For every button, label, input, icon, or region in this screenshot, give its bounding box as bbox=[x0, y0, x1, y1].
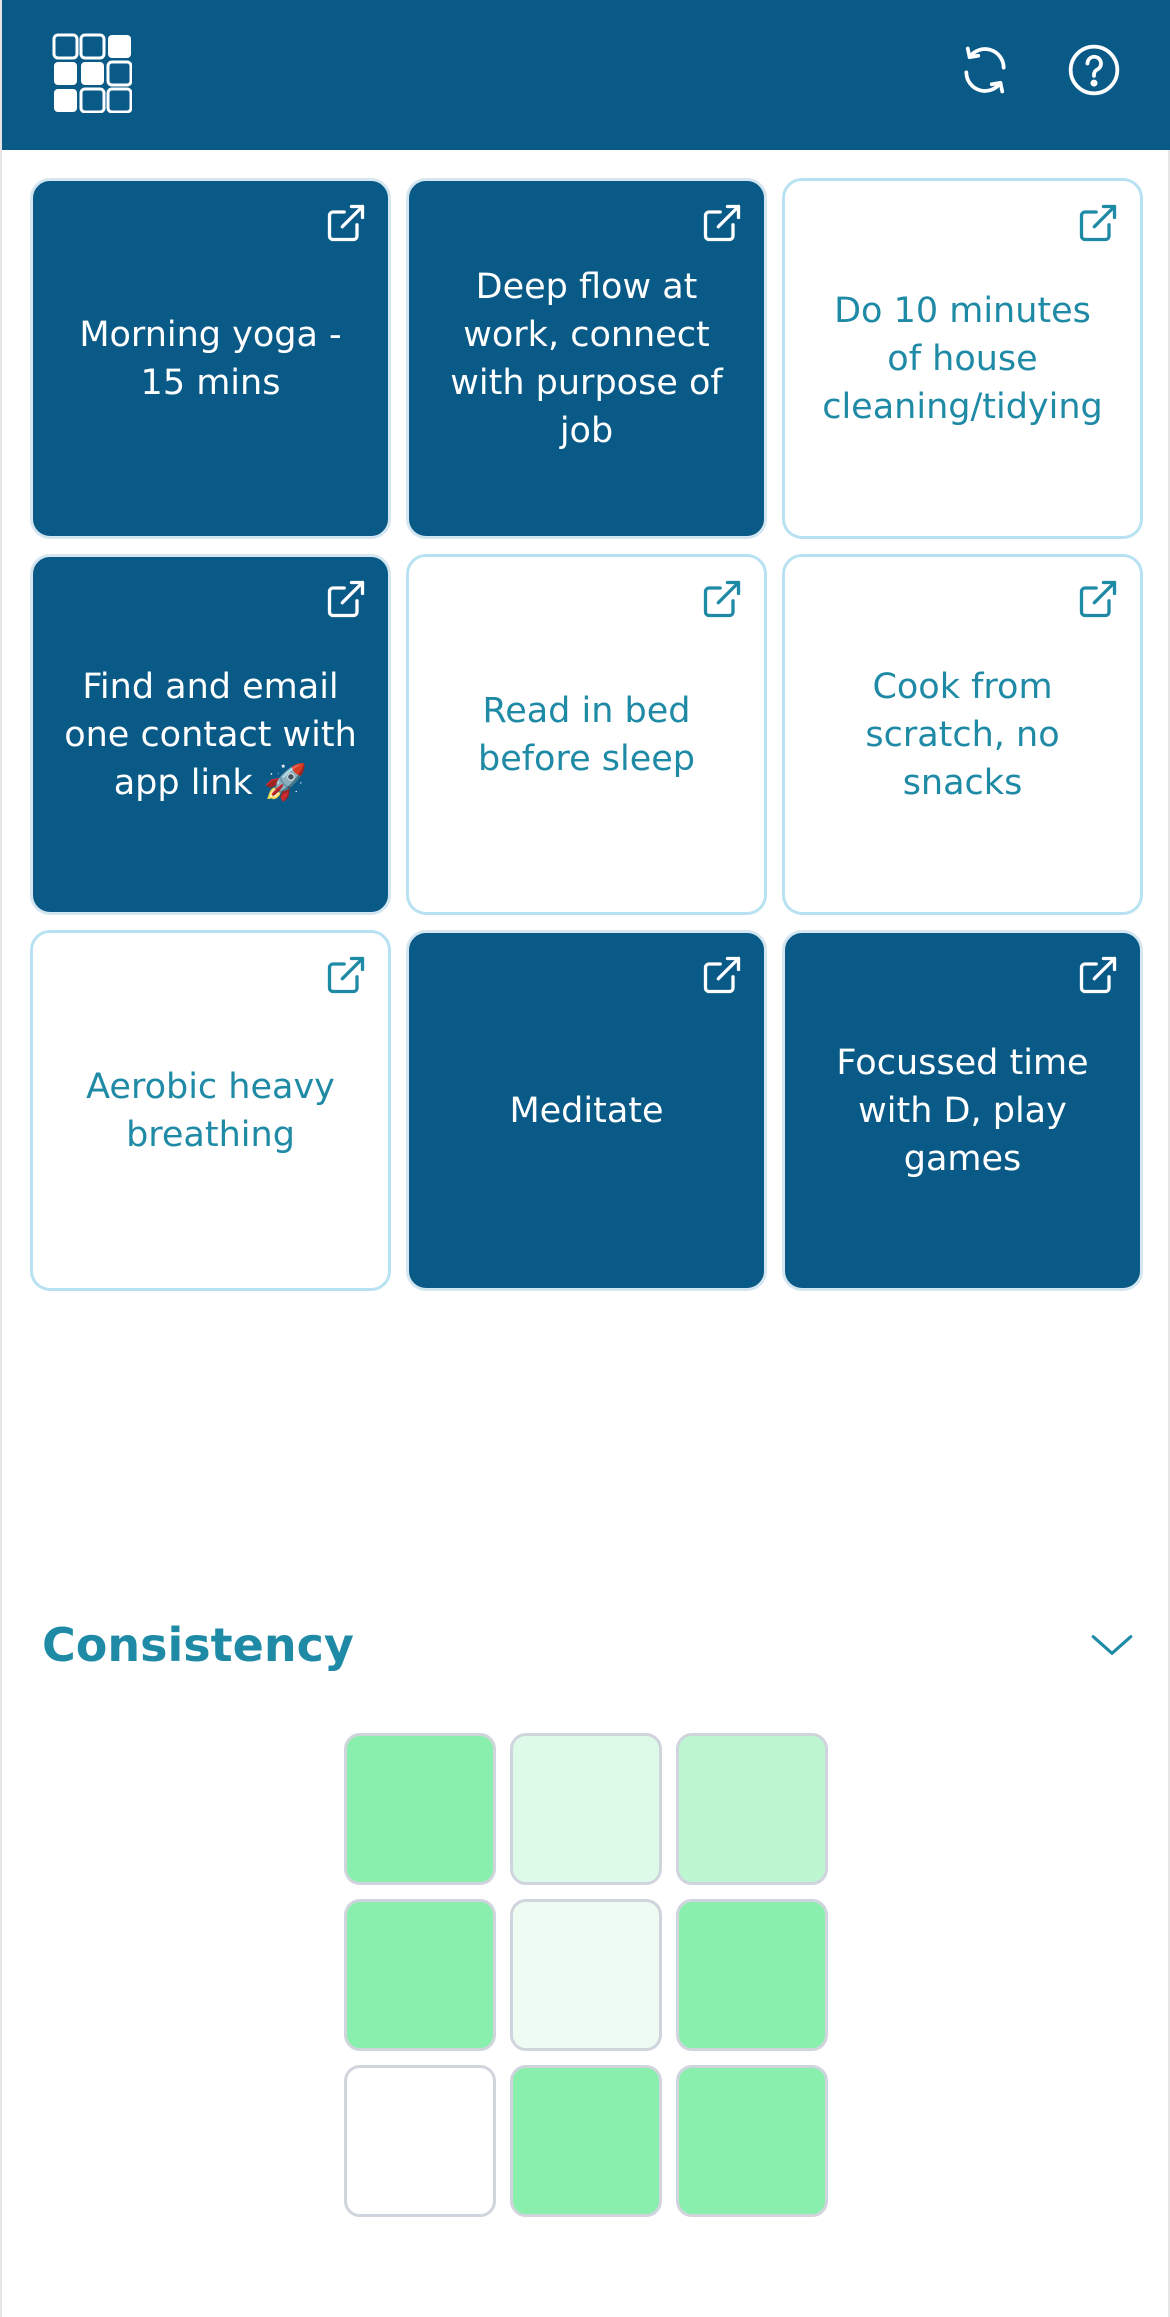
consistency-toggle-button[interactable] bbox=[1087, 1620, 1137, 1670]
habit-tile[interactable]: Focussed time with D, play games bbox=[782, 930, 1143, 1291]
habit-tile[interactable]: Morning yoga - 15 mins bbox=[30, 178, 391, 539]
consistency-cell bbox=[510, 1899, 662, 2051]
open-external-icon[interactable] bbox=[324, 577, 368, 621]
refresh-button[interactable] bbox=[957, 42, 1013, 98]
habit-tile[interactable]: Meditate bbox=[406, 930, 767, 1291]
habit-label: Meditate bbox=[509, 1090, 664, 1131]
habit-label: Find and email one contact with app link… bbox=[64, 666, 357, 803]
habit-tile[interactable]: Find and email one contact with app link… bbox=[30, 554, 391, 915]
open-external-icon[interactable] bbox=[700, 577, 744, 621]
consistency-cell bbox=[344, 2065, 496, 2217]
habit-tile[interactable]: Aerobic heavy breathing bbox=[30, 930, 391, 1291]
consistency-cell bbox=[344, 1899, 496, 2051]
open-external-icon[interactable] bbox=[700, 201, 744, 245]
habit-tile[interactable]: Cook from scratch, no snacks bbox=[782, 554, 1143, 915]
consistency-cell bbox=[510, 2065, 662, 2217]
refresh-icon bbox=[964, 46, 1006, 94]
open-external-icon[interactable] bbox=[1076, 577, 1120, 621]
open-external-icon[interactable] bbox=[324, 201, 368, 245]
consistency-cell bbox=[344, 1733, 496, 1885]
habit-label: Read in bed before sleep bbox=[477, 690, 695, 779]
habit-label: Cook from scratch, no snacks bbox=[865, 666, 1060, 803]
open-external-icon[interactable] bbox=[324, 953, 368, 997]
habit-label: Aerobic heavy breathing bbox=[86, 1066, 335, 1155]
consistency-title: Consistency bbox=[42, 1618, 354, 1672]
grid-logo-icon[interactable] bbox=[52, 33, 133, 114]
chevron-down-icon bbox=[1091, 1635, 1133, 1655]
help-circle-icon bbox=[1068, 44, 1120, 96]
help-button[interactable] bbox=[1066, 42, 1122, 98]
consistency-cell bbox=[510, 1733, 662, 1885]
open-external-icon[interactable] bbox=[1076, 201, 1120, 245]
open-external-icon[interactable] bbox=[1076, 953, 1120, 997]
open-external-icon[interactable] bbox=[700, 953, 744, 997]
consistency-cell bbox=[676, 1899, 828, 2051]
consistency-cell bbox=[676, 1733, 828, 1885]
habit-label: Do 10 minutes of house cleaning/tidying bbox=[822, 290, 1103, 427]
habit-tile[interactable]: Deep flow at work, connect with purpose … bbox=[406, 178, 767, 539]
habit-label: Morning yoga - 15 mins bbox=[79, 314, 342, 403]
app-header bbox=[2, 0, 1170, 150]
habit-label: Deep flow at work, connect with purpose … bbox=[450, 266, 723, 451]
habit-tile[interactable]: Do 10 minutes of house cleaning/tidying bbox=[782, 178, 1143, 539]
consistency-grid bbox=[344, 1733, 830, 2219]
habit-tile[interactable]: Read in bed before sleep bbox=[406, 554, 767, 915]
consistency-cell bbox=[676, 2065, 828, 2217]
habit-label: Focussed time with D, play games bbox=[836, 1042, 1089, 1179]
